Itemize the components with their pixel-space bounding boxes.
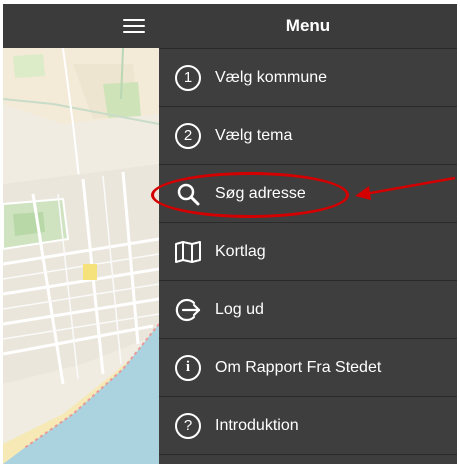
menu-title: Menu [285,16,331,35]
side-menu: Menu 1 Vælg kommune 2 Vælg tema Søg adre… [159,4,457,464]
menu-item-om-rapport[interactable]: i Om Rapport Fra Stedet [159,338,457,396]
menu-item-label: Om Rapport Fra Stedet [215,358,382,376]
number-1-icon: 1 [171,61,205,95]
hamburger-menu-icon[interactable] [123,16,145,36]
menu-item-label: Introduktion [215,416,299,434]
map-icon [171,235,205,269]
menu-item-label: Vælg tema [215,126,293,144]
info-icon: i [171,351,205,385]
menu-item-kortlag[interactable]: Kortlag [159,222,457,280]
menu-item-vaelg-tema[interactable]: 2 Vælg tema [159,106,457,164]
menu-item-label: Log ud [215,300,264,318]
search-icon [171,177,205,211]
help-icon: ? [171,409,205,443]
menu-item-soeg-adresse[interactable]: Søg adresse [159,164,457,222]
number-2-icon: 2 [171,119,205,153]
map-background [3,4,159,464]
menu-item-introduktion[interactable]: ? Introduktion [159,396,457,454]
app-frame: Menu 1 Vælg kommune 2 Vælg tema Søg adre… [3,4,457,464]
menu-item-vaelg-kommune[interactable]: 1 Vælg kommune [159,48,457,106]
map-toolbar [3,4,159,48]
menu-item-log-ud[interactable]: Log ud [159,280,457,338]
menu-item-label: Vælg kommune [215,68,328,86]
map-view[interactable] [3,4,159,464]
menu-item-label: Søg adresse [215,184,306,202]
logout-icon [171,293,205,327]
menu-item-partial [159,454,457,464]
menu-header: Menu [159,4,457,48]
menu-item-label: Kortlag [215,242,266,260]
